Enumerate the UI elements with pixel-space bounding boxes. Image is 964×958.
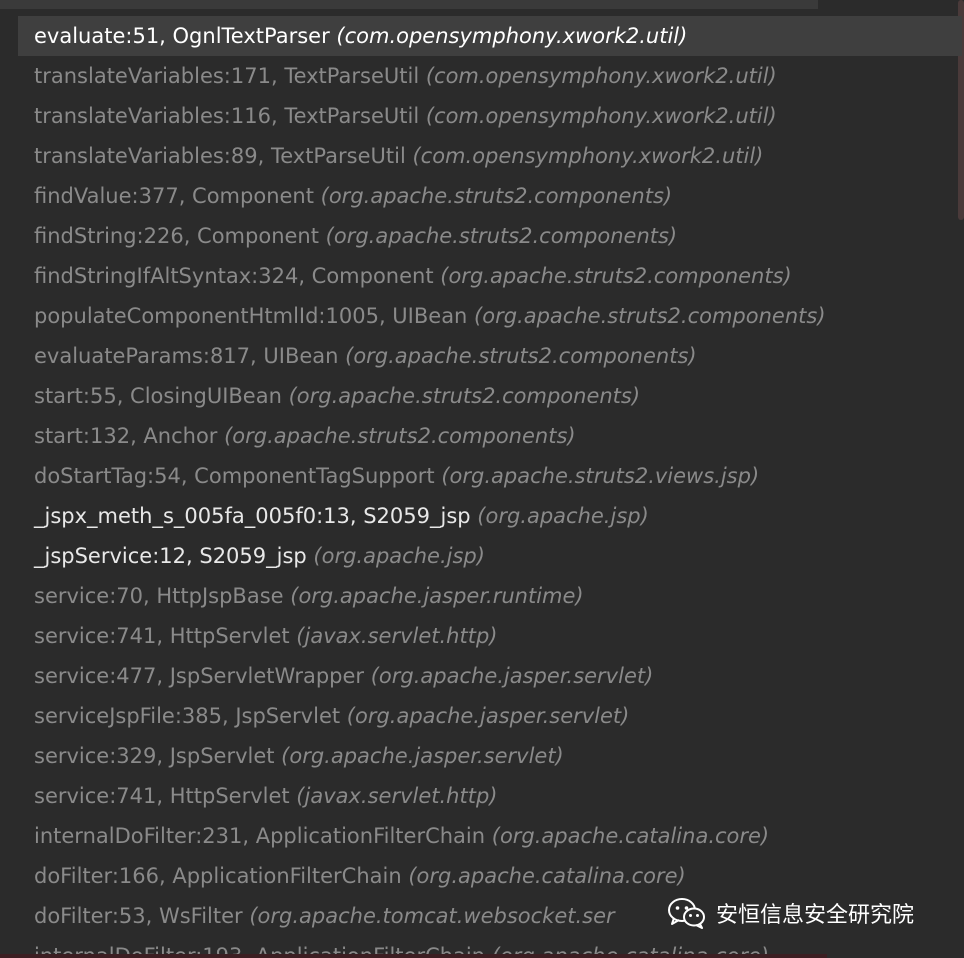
watermark: 安恒信息安全研究院	[668, 893, 914, 933]
stack-frames-list: evaluate:51, OgnlTextParser (com.opensym…	[0, 16, 964, 958]
frame-method: _jspx_meth_s_005fa_005f0:13, S2059_jsp	[34, 504, 478, 528]
frame-method: evaluate:51, OgnlTextParser	[34, 24, 337, 48]
frame-package: (org.apache.struts2.components)	[474, 304, 826, 328]
stack-frame-row[interactable]: service:477, JspServletWrapper (org.apac…	[0, 656, 964, 696]
frame-package: (com.opensymphony.xwork2.util)	[425, 64, 777, 88]
stack-frame-row[interactable]: start:132, Anchor (org.apache.struts2.co…	[0, 416, 964, 456]
bottom-edge-bar	[0, 954, 827, 958]
frame-package: (org.apache.jasper.servlet)	[346, 704, 630, 728]
frame-method: populateComponentHtmlId:1005, UIBean	[34, 304, 475, 328]
stack-frame-row[interactable]: service:741, HttpServlet (javax.servlet.…	[0, 776, 964, 816]
frame-method: findString:226, Component	[34, 224, 326, 248]
frame-package: (com.opensymphony.xwork2.util)	[425, 104, 777, 128]
frame-method: _jspService:12, S2059_jsp	[34, 544, 314, 568]
stack-frame-row[interactable]: service:329, JspServlet (org.apache.jasp…	[0, 736, 964, 776]
frame-method: service:741, HttpServlet	[34, 784, 297, 808]
stack-frame-row[interactable]: findStringIfAltSyntax:324, Component (or…	[0, 256, 964, 296]
frame-package: (org.apache.jasper.servlet)	[370, 664, 654, 688]
frame-method: serviceJspFile:385, JspServlet	[34, 704, 347, 728]
stack-frame-row[interactable]: doFilter:166, ApplicationFilterChain (or…	[0, 856, 964, 896]
stack-frame-row[interactable]: service:741, HttpServlet (javax.servlet.…	[0, 616, 964, 656]
frame-package: (javax.servlet.http)	[296, 624, 498, 648]
frame-method: translateVariables:89, TextParseUtil	[34, 144, 413, 168]
frame-package: (org.apache.tomcat.websocket.ser	[249, 904, 615, 928]
frame-method: service:329, JspServlet	[34, 744, 282, 768]
frame-package: (org.apache.struts2.components)	[224, 424, 576, 448]
stack-frame-row[interactable]: findValue:377, Component (org.apache.str…	[0, 176, 964, 216]
frame-method: doStartTag:54, ComponentTagSupport	[34, 464, 442, 488]
frame-package: (org.apache.struts2.components)	[345, 344, 697, 368]
stack-frame-row[interactable]: populateComponentHtmlId:1005, UIBean (or…	[0, 296, 964, 336]
frame-package: (org.apache.catalina.core)	[491, 824, 770, 848]
stack-frame-row[interactable]: evaluateParams:817, UIBean (org.apache.s…	[0, 336, 964, 376]
stack-frame-row[interactable]: start:55, ClosingUIBean (org.apache.stru…	[0, 376, 964, 416]
wechat-icon	[668, 898, 705, 929]
frame-package: (org.apache.jasper.servlet)	[281, 744, 564, 768]
stack-frame-row[interactable]: _jspService:12, S2059_jsp (org.apache.js…	[0, 536, 964, 576]
frame-method: evaluateParams:817, UIBean	[34, 344, 346, 368]
frame-method: service:477, JspServletWrapper	[34, 664, 371, 688]
stack-frame-row[interactable]: translateVariables:89, TextParseUtil (co…	[0, 136, 964, 176]
stack-frame-row[interactable]: _jspx_meth_s_005fa_005f0:13, S2059_jsp (…	[0, 496, 964, 536]
frame-method: service:741, HttpServlet	[34, 624, 297, 648]
frame-package: (org.apache.jsp)	[313, 544, 485, 568]
frame-package: (org.apache.struts2.components)	[440, 264, 792, 288]
frame-method: service:70, HttpJspBase	[34, 584, 291, 608]
frame-method: doFilter:166, ApplicationFilterChain	[34, 864, 409, 888]
stack-frame-row[interactable]: internalDoFilter:231, ApplicationFilterC…	[0, 816, 964, 856]
frame-package: (org.apache.catalina.core)	[408, 864, 686, 888]
stack-frame-row[interactable]: doStartTag:54, ComponentTagSupport (org.…	[0, 456, 964, 496]
frame-package: (org.apache.struts2.components)	[320, 184, 673, 208]
frame-method: translateVariables:116, TextParseUtil	[34, 104, 426, 128]
debugger-frames-panel: evaluate:51, OgnlTextParser (com.opensym…	[0, 0, 964, 958]
stack-frame-row[interactable]: translateVariables:171, TextParseUtil (c…	[0, 56, 964, 96]
stack-frame-row[interactable]: findString:226, Component (org.apache.st…	[0, 216, 964, 256]
frame-method: translateVariables:171, TextParseUtil	[34, 64, 426, 88]
frame-package: (org.apache.struts2.views.jsp)	[441, 464, 760, 488]
stack-frame-row[interactable]: serviceJspFile:385, JspServlet (org.apac…	[0, 696, 964, 736]
frame-package: (org.apache.struts2.components)	[288, 384, 641, 408]
horizontal-scrollbar[interactable]	[0, 0, 818, 9]
frame-method: internalDoFilter:231, ApplicationFilterC…	[34, 824, 492, 848]
frame-package: (org.apache.jsp)	[477, 504, 649, 528]
stack-frame-row[interactable]: translateVariables:116, TextParseUtil (c…	[0, 96, 964, 136]
frame-package: (com.opensymphony.xwork2.util)	[336, 24, 688, 48]
stack-frame-row[interactable]: service:70, HttpJspBase (org.apache.jasp…	[0, 576, 964, 616]
stack-frame-row[interactable]: evaluate:51, OgnlTextParser (com.opensym…	[18, 16, 962, 56]
frame-package: (javax.servlet.http)	[296, 784, 498, 808]
frame-method: doFilter:53, WsFilter	[34, 904, 250, 928]
frame-package: (org.apache.struts2.components)	[325, 224, 678, 248]
frame-method: findValue:377, Component	[34, 184, 321, 208]
frame-method: findStringIfAltSyntax:324, Component	[34, 264, 441, 288]
frame-method: start:132, Anchor	[34, 424, 225, 448]
frame-method: start:55, ClosingUIBean	[34, 384, 289, 408]
frame-package: (com.opensymphony.xwork2.util)	[412, 144, 764, 168]
watermark-text: 安恒信息安全研究院	[716, 903, 915, 928]
frame-package: (org.apache.jasper.runtime)	[290, 584, 584, 608]
